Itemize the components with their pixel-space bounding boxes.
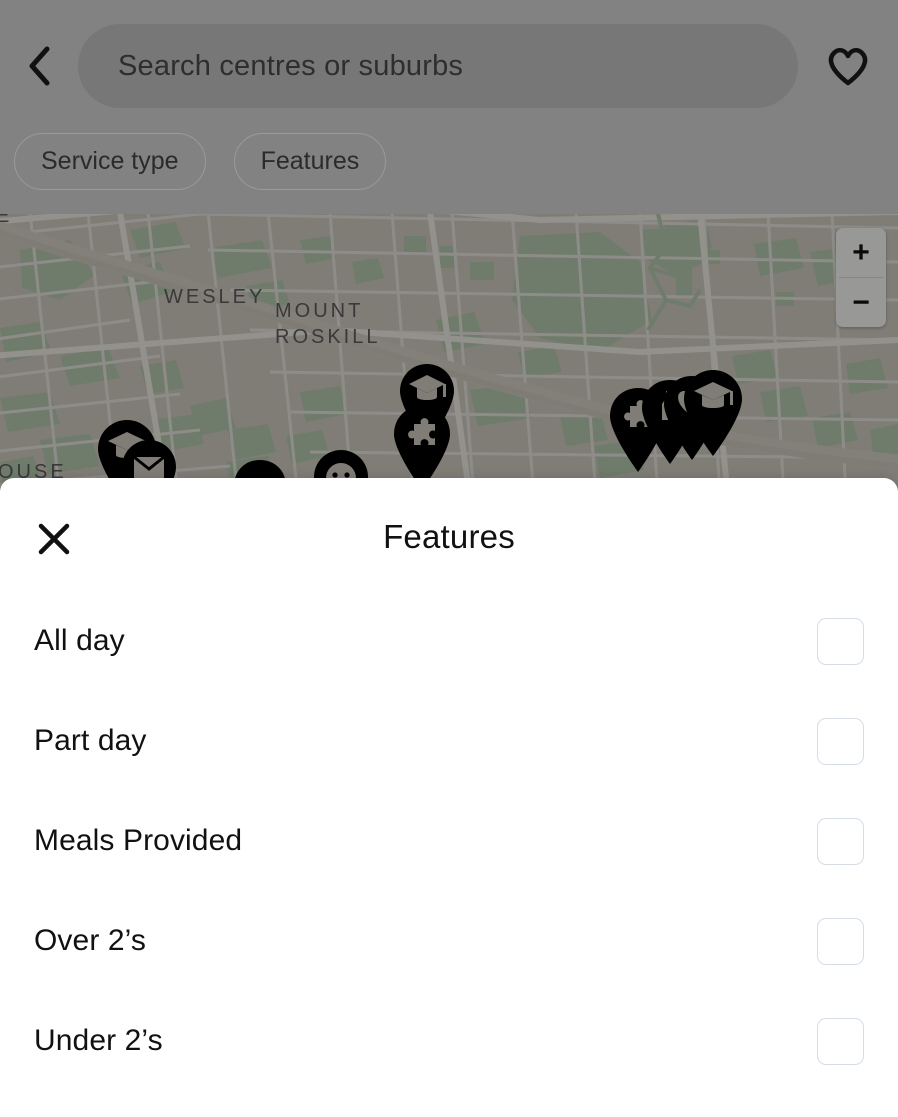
- feature-checkbox-over-2s[interactable]: [817, 917, 864, 965]
- feature-checkbox-meals-provided[interactable]: [817, 817, 864, 865]
- favourites-button[interactable]: [798, 22, 898, 110]
- page-title: Features: [383, 518, 515, 555]
- feature-label: Meals Provided: [34, 824, 243, 857]
- feature-row-part-day[interactable]: Part day: [0, 691, 898, 791]
- zoom-in-button[interactable]: +: [836, 228, 886, 277]
- header-search-row: Search centres or suburbs: [0, 22, 898, 110]
- filter-chips: Service type Features: [14, 133, 387, 190]
- feature-row-meals-provided[interactable]: Meals Provided: [0, 791, 898, 891]
- back-button[interactable]: [0, 22, 78, 110]
- feature-label: Over 2’s: [34, 924, 146, 957]
- feature-row-under-2s[interactable]: Under 2’s: [0, 991, 898, 1091]
- map-label: ROSKILL: [275, 326, 380, 348]
- map-zoom-controls[interactable]: + −: [836, 228, 886, 327]
- feature-label: Under 2’s: [34, 1024, 163, 1057]
- feature-label: Part day: [34, 724, 147, 757]
- feature-checkbox-part-day[interactable]: [817, 717, 864, 765]
- chevron-left-icon: [29, 46, 50, 86]
- map-marker-graduation-cap[interactable]: [682, 368, 744, 458]
- search-placeholder: Search centres or suburbs: [118, 49, 464, 82]
- feature-row-all-day[interactable]: All day: [0, 591, 898, 691]
- map-label: MOUNT: [275, 300, 363, 322]
- feature-checkbox-all-day[interactable]: [817, 617, 864, 665]
- features-bottom-sheet: All day Part day Meals Provided Over 2’s: [0, 478, 898, 1117]
- feature-checkbox-under-2s[interactable]: [817, 1017, 864, 1065]
- feature-label: All day: [34, 624, 125, 657]
- search-input[interactable]: Search centres or suburbs: [78, 24, 798, 108]
- zoom-out-button[interactable]: −: [836, 278, 886, 327]
- features-list: All day Part day Meals Provided Over 2’s: [0, 591, 898, 1091]
- top-header: Search centres or suburbs Service type F…: [0, 0, 898, 214]
- heart-outline-icon: [828, 47, 868, 86]
- chip-service-type[interactable]: Service type: [14, 133, 206, 190]
- feature-row-over-2s[interactable]: Over 2’s: [0, 891, 898, 991]
- map-label: WESLEY: [164, 286, 265, 308]
- chip-features[interactable]: Features: [233, 133, 387, 190]
- app-screen: WESLEY MOUNT ROSKILL E OUSE + − Search c…: [0, 0, 898, 1117]
